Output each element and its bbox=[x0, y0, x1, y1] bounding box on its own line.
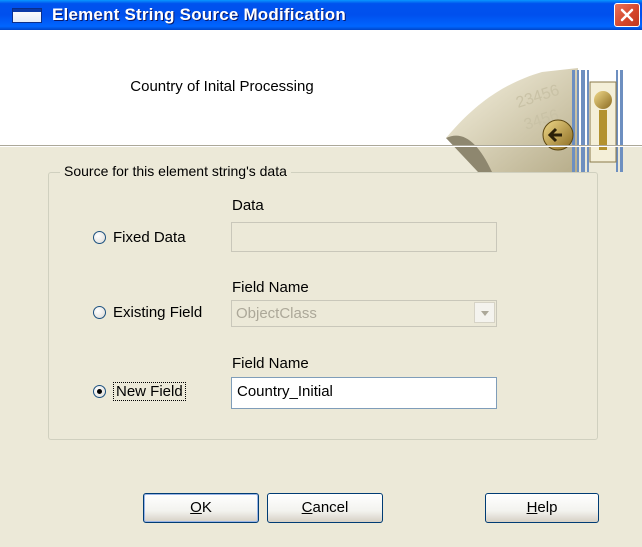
cancel-button[interactable]: Cancel bbox=[267, 493, 383, 523]
help-mnemonic: H bbox=[526, 499, 538, 516]
radio-fixed-data-label: Fixed Data bbox=[113, 229, 186, 246]
help-label-rest: elp bbox=[537, 499, 558, 516]
ok-button[interactable]: OK bbox=[143, 493, 259, 523]
chevron-down-icon[interactable] bbox=[474, 302, 495, 323]
dialog-window: Element String Source Modification Count… bbox=[0, 0, 642, 547]
close-icon bbox=[620, 8, 634, 22]
group-label: Source for this element string's data bbox=[60, 163, 291, 179]
window-icon bbox=[12, 8, 42, 23]
radio-existing-field-label: Existing Field bbox=[113, 304, 203, 321]
cancel-mnemonic: C bbox=[301, 499, 313, 516]
existing-field-combobox[interactable]: ObjectClass bbox=[231, 300, 497, 327]
existing-field-value: ObjectClass bbox=[236, 305, 317, 322]
banner-divider bbox=[0, 145, 642, 147]
data-label: Data bbox=[232, 197, 264, 214]
close-button[interactable] bbox=[614, 3, 640, 27]
new-field-input[interactable]: Country_Initial bbox=[231, 377, 497, 409]
radio-new-field[interactable]: New Field bbox=[93, 382, 186, 401]
radio-existing-field[interactable]: Existing Field bbox=[93, 304, 202, 321]
existing-field-name-label: Field Name bbox=[232, 279, 309, 296]
window-title: Element String Source Modification bbox=[52, 5, 346, 24]
radio-button-selected[interactable] bbox=[93, 385, 106, 398]
help-button[interactable]: Help bbox=[485, 493, 599, 523]
cancel-label-rest: ancel bbox=[312, 499, 349, 516]
fixed-data-field[interactable] bbox=[231, 222, 497, 252]
radio-button[interactable] bbox=[93, 306, 106, 319]
new-field-name-label: Field Name bbox=[232, 355, 309, 372]
ok-mnemonic: O bbox=[190, 499, 202, 516]
radio-button[interactable] bbox=[93, 231, 106, 244]
dialog-subtitle: Country of Inital Processing bbox=[130, 78, 314, 95]
banner-graphic-icon: 23456 3456 bbox=[446, 68, 623, 172]
title-bar[interactable]: Element String Source Modification bbox=[0, 0, 642, 30]
radio-new-field-label: New Field bbox=[113, 382, 186, 401]
header-banner: Country of Inital Processing 23456 3456 bbox=[0, 30, 642, 172]
ok-label-rest: K bbox=[201, 499, 212, 516]
radio-fixed-data[interactable]: Fixed Data bbox=[93, 229, 186, 246]
